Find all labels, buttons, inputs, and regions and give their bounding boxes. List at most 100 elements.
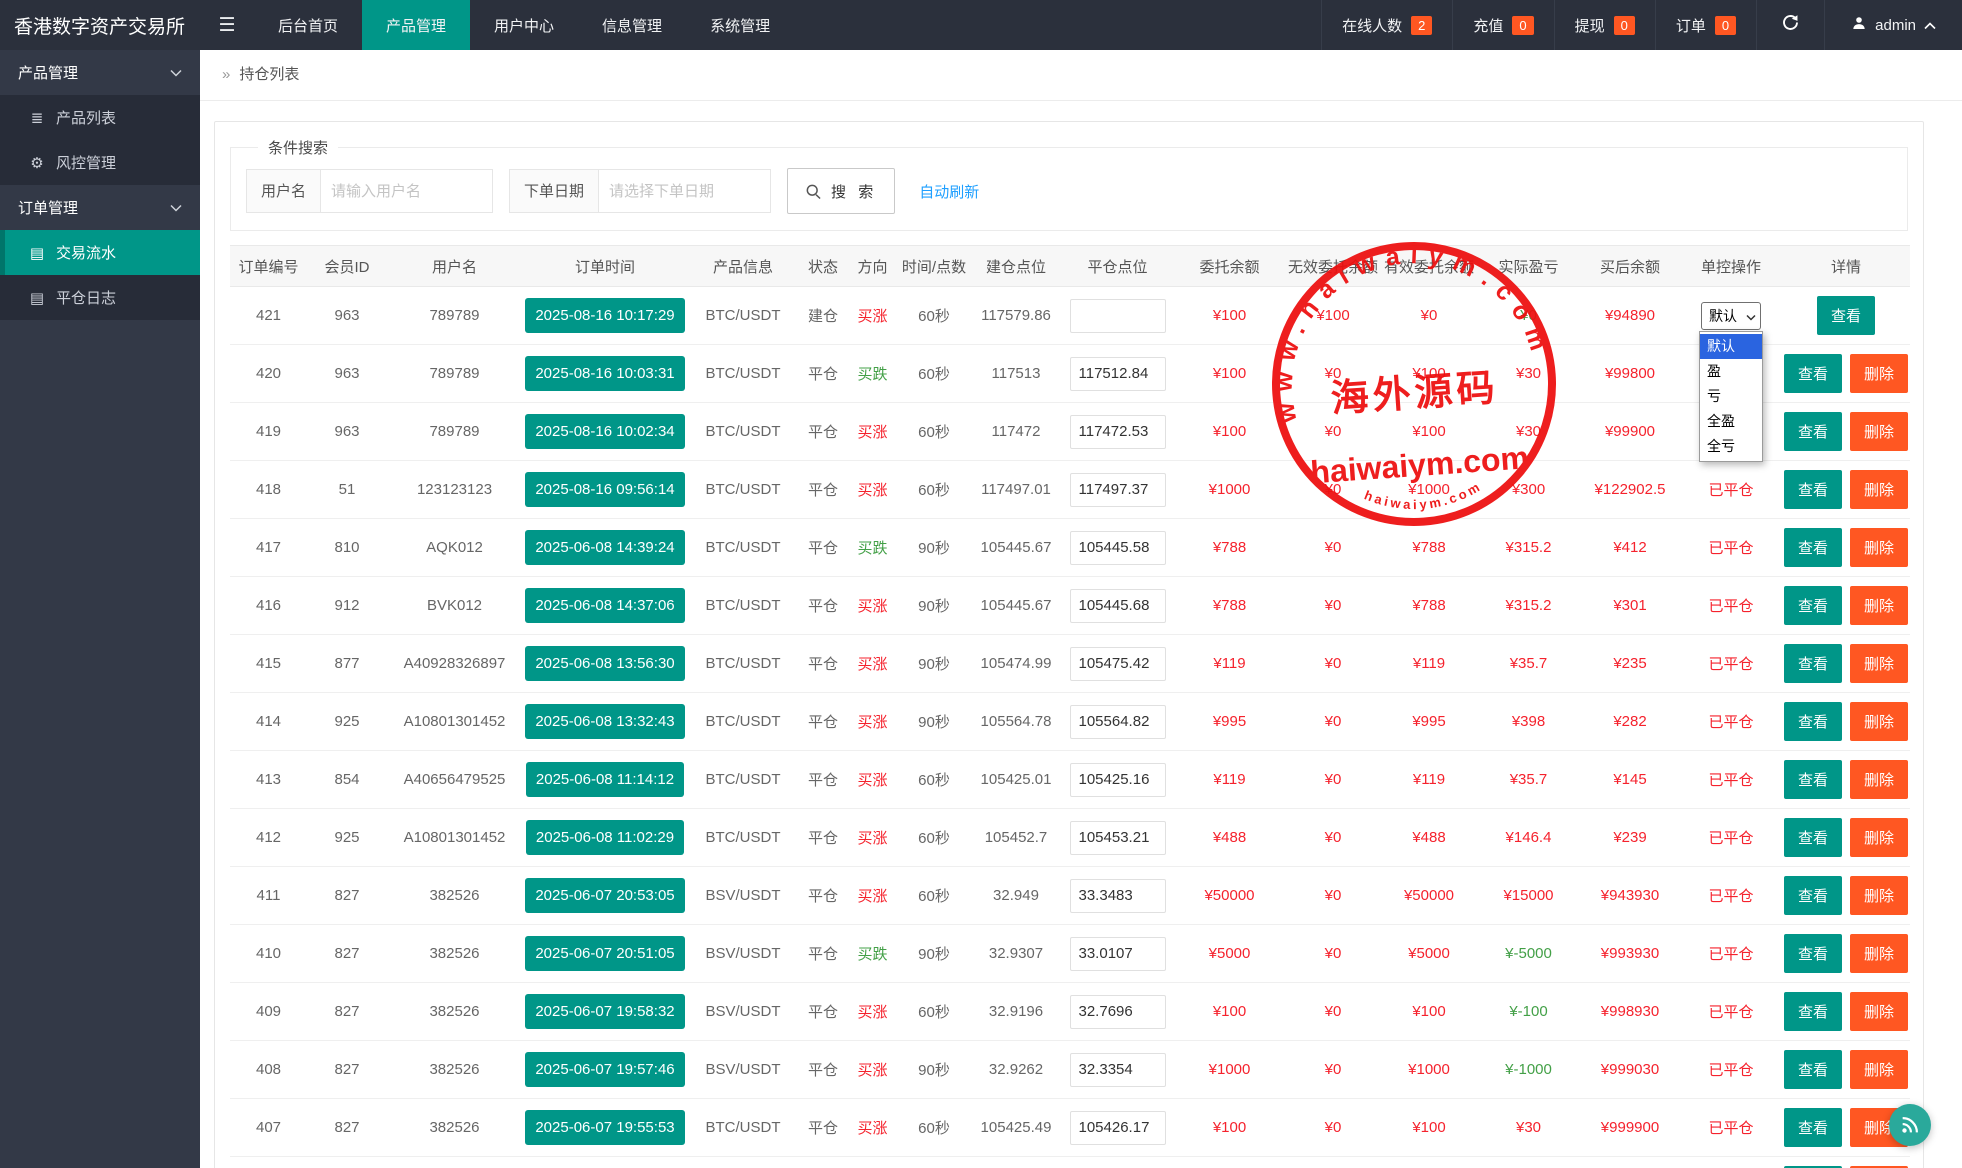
detail-cell: 查看删除 [1782, 519, 1910, 577]
top-menu-item[interactable]: 产品管理 [362, 0, 470, 50]
top-menu-item[interactable]: 系统管理 [686, 0, 794, 50]
hamburger-menu-icon[interactable]: ☰ [200, 0, 254, 50]
control-select[interactable]: 默认 [1701, 302, 1761, 330]
product: BTC/USDT [688, 1099, 798, 1157]
top-menu-item[interactable]: 用户中心 [470, 0, 578, 50]
sidebar-group-产品管理[interactable]: 产品管理 [0, 50, 200, 95]
column-header-10: 委托余额 [1174, 246, 1285, 287]
view-button[interactable]: 查看 [1784, 528, 1842, 567]
stat-订单[interactable]: 订单0 [1655, 0, 1756, 50]
close-point-input[interactable] [1070, 763, 1166, 797]
view-button[interactable]: 查看 [1817, 296, 1875, 335]
invalid-entrust-value: ¥100 [1316, 307, 1349, 324]
top-menu-item[interactable]: 后台首页 [254, 0, 362, 50]
dropdown-option-盈[interactable]: 盈 [1700, 359, 1762, 384]
stat-充值[interactable]: 充值0 [1452, 0, 1553, 50]
actual-profit-value: ¥30 [1516, 1119, 1541, 1136]
close-point-input[interactable] [1070, 531, 1166, 565]
top-menu-item[interactable]: 信息管理 [578, 0, 686, 50]
delete-button[interactable]: 删除 [1850, 412, 1908, 451]
close-point-input[interactable] [1070, 589, 1166, 623]
view-button[interactable]: 查看 [1784, 1050, 1842, 1089]
actual-profit: ¥315.2 [1477, 577, 1580, 635]
detail-cell: 查看删除 [1782, 1157, 1910, 1168]
view-button[interactable]: 查看 [1784, 934, 1842, 973]
refresh-button[interactable] [1756, 0, 1824, 50]
delete-button[interactable]: 删除 [1850, 702, 1908, 741]
delete-button[interactable]: 删除 [1850, 528, 1908, 567]
close-point-cell [1061, 461, 1174, 519]
close-point-input[interactable] [1070, 1111, 1166, 1145]
entrust-balance-value: ¥488 [1213, 829, 1246, 846]
close-point-input[interactable] [1070, 879, 1166, 913]
sidebar-group-订单管理[interactable]: 订单管理 [0, 185, 200, 230]
view-button[interactable]: 查看 [1784, 470, 1842, 509]
delete-button[interactable]: 删除 [1850, 934, 1908, 973]
close-point-input[interactable] [1070, 821, 1166, 855]
dropdown-option-全亏[interactable]: 全亏 [1700, 434, 1762, 459]
view-button[interactable]: 查看 [1784, 586, 1842, 625]
entrust-balance-value: ¥100 [1213, 1119, 1246, 1136]
dropdown-option-默认[interactable]: 默认 [1700, 334, 1762, 359]
view-button[interactable]: 查看 [1784, 992, 1842, 1031]
view-button[interactable]: 查看 [1784, 1108, 1842, 1147]
sidebar-item-平仓日志[interactable]: ▤平仓日志 [0, 275, 200, 320]
close-point-input[interactable] [1070, 647, 1166, 681]
sidebar-item-交易流水[interactable]: ▤交易流水 [0, 230, 200, 275]
view-button[interactable]: 查看 [1784, 354, 1842, 393]
close-point-input[interactable] [1070, 995, 1166, 1029]
delete-button[interactable]: 删除 [1850, 818, 1908, 857]
auto-refresh-link[interactable]: 自动刷新 [919, 181, 979, 202]
direction: 买涨 [848, 751, 897, 809]
direction: 买涨 [848, 403, 897, 461]
delete-button[interactable]: 删除 [1850, 354, 1908, 393]
floating-action-button[interactable] [1889, 1104, 1931, 1146]
close-point-input[interactable] [1070, 299, 1166, 333]
order-time-badge: 2025-06-08 13:32:43 [525, 704, 684, 739]
view-button[interactable]: 查看 [1784, 876, 1842, 915]
stat-提现[interactable]: 提现0 [1554, 0, 1655, 50]
dropdown-option-亏[interactable]: 亏 [1700, 384, 1762, 409]
delete-button[interactable]: 删除 [1850, 1050, 1908, 1089]
column-header-14: 买后余额 [1580, 246, 1680, 287]
view-button[interactable]: 查看 [1784, 818, 1842, 857]
view-button[interactable]: 查看 [1784, 760, 1842, 799]
detail-cell: 查看删除 [1782, 461, 1910, 519]
sidebar-item-产品列表[interactable]: ≣产品列表 [0, 95, 200, 140]
sidebar-item-风控管理[interactable]: ⚙风控管理 [0, 140, 200, 185]
order-date-input[interactable] [599, 169, 771, 213]
username-input[interactable] [321, 169, 493, 213]
view-button[interactable]: 查看 [1784, 644, 1842, 683]
close-point-cell [1061, 983, 1174, 1041]
delete-button[interactable]: 删除 [1850, 876, 1908, 915]
closed-label: 已平仓 [1708, 830, 1753, 847]
close-point-input[interactable] [1070, 1053, 1166, 1087]
invalid-entrust-balance: ¥0 [1285, 1157, 1381, 1168]
view-button[interactable]: 查看 [1784, 702, 1842, 741]
valid-entrust-balance: ¥119 [1381, 1157, 1477, 1168]
close-point-input[interactable] [1070, 937, 1166, 971]
delete-button[interactable]: 删除 [1850, 644, 1908, 683]
admin-menu[interactable]: admin [1824, 0, 1962, 50]
close-point-input[interactable] [1070, 705, 1166, 739]
valid-entrust-balance: ¥5000 [1381, 925, 1477, 983]
view-button[interactable]: 查看 [1784, 412, 1842, 451]
close-point-input[interactable] [1070, 473, 1166, 507]
invalid-entrust-value: ¥0 [1325, 829, 1342, 846]
close-point-input[interactable] [1070, 357, 1166, 391]
delete-button[interactable]: 删除 [1850, 470, 1908, 509]
delete-button[interactable]: 删除 [1850, 586, 1908, 625]
dropdown-option-全盈[interactable]: 全盈 [1700, 409, 1762, 434]
order-id: 412 [230, 809, 307, 867]
admin-username: admin [1875, 17, 1916, 34]
delete-button[interactable]: 删除 [1850, 992, 1908, 1031]
stat-在线人数[interactable]: 在线人数2 [1321, 0, 1452, 50]
duration: 90秒 [897, 577, 971, 635]
delete-button[interactable]: 删除 [1850, 760, 1908, 799]
close-point-input[interactable] [1070, 415, 1166, 449]
gear-icon: ⚙ [28, 154, 46, 172]
actual-profit-value: ¥-5000 [1505, 945, 1552, 962]
closed-label: 已平仓 [1708, 1062, 1753, 1079]
search-button[interactable]: 搜 索 [787, 168, 895, 214]
entry-point: 32.9307 [971, 925, 1061, 983]
